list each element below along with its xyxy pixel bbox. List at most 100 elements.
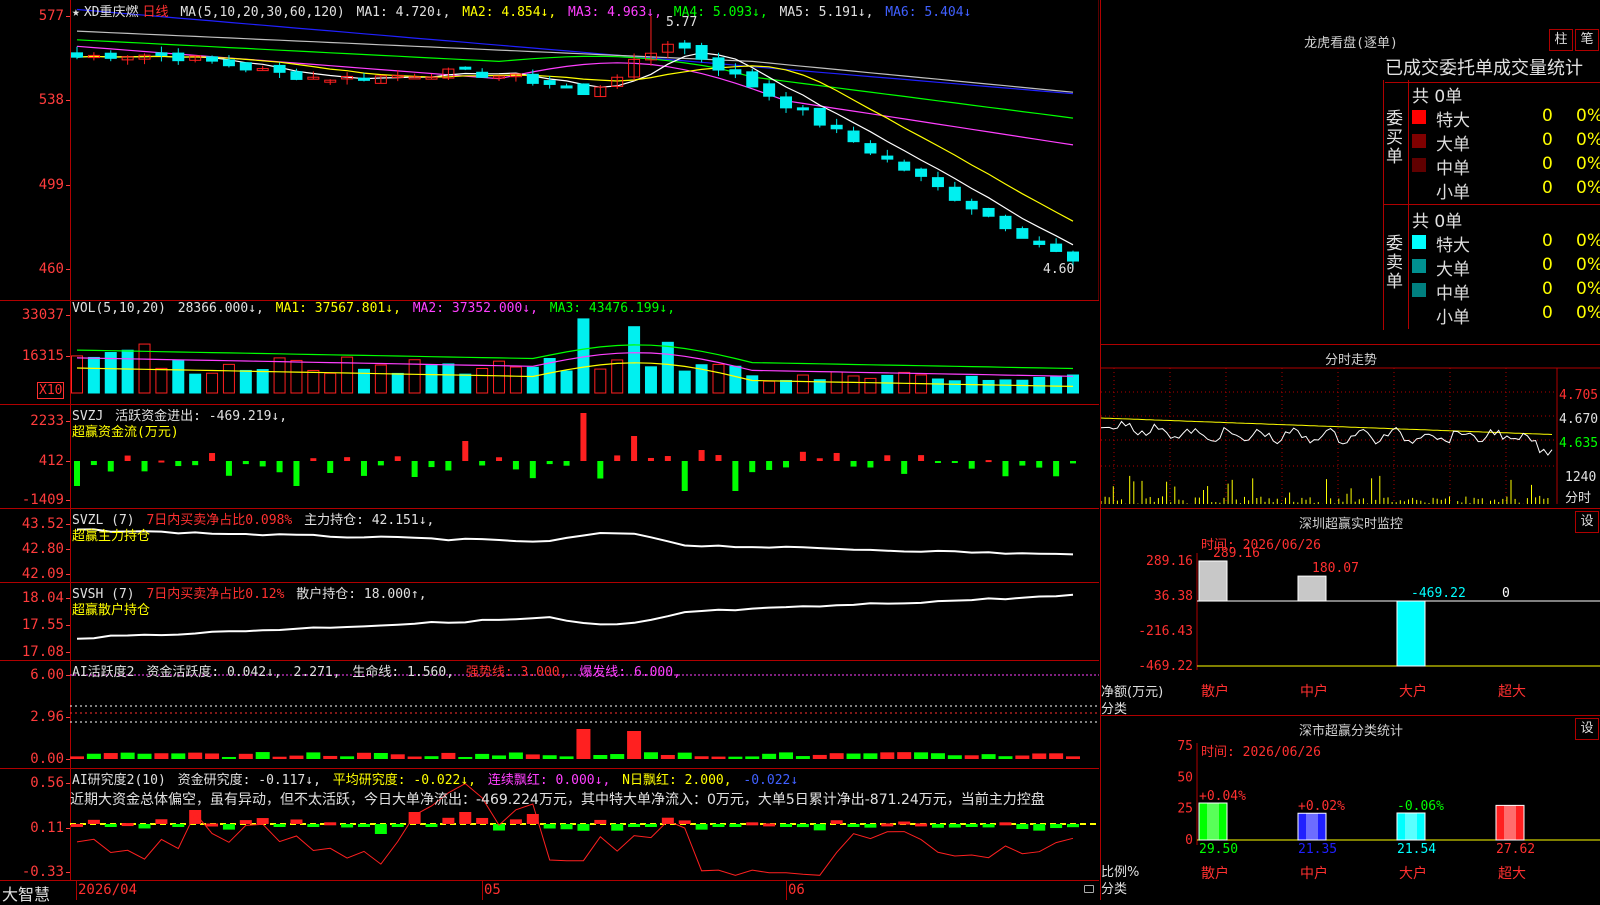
svzl-hold: 主力持仓: 42.151↓, (304, 513, 435, 528)
volume-panel[interactable]: 33037 16315 X10 VOL(5,10,20) 28366.000↓,… (0, 300, 1099, 405)
research-bar (746, 822, 759, 826)
volume-bar (999, 379, 1012, 394)
ma2-value: MA2: 4.854↓, (462, 5, 557, 20)
monitor-category: 超大 (1498, 684, 1526, 700)
candle-body (813, 107, 826, 126)
activity-bar (458, 756, 473, 759)
fund-flow-bar (614, 455, 621, 461)
research-bar (172, 824, 185, 827)
activity-bar (171, 753, 186, 759)
volume-bar (611, 359, 624, 394)
intraday-chart[interactable] (1101, 344, 1600, 508)
main-force-line (76, 528, 1074, 556)
fund-flow-bar (1070, 461, 1076, 464)
svzl-pct: 7日内买卖净占比0.098% (146, 513, 293, 528)
monitor-bar-value: 0 (1502, 586, 1510, 601)
activity-bar (829, 753, 844, 759)
fund-flow-bar (124, 455, 131, 461)
candlestick-chart[interactable] (0, 0, 1099, 300)
order-percent: 0% (1576, 178, 1600, 198)
volume-bar (881, 374, 894, 394)
price-panel[interactable]: 577 538 499 460 ★ XD重庆燃 日线 MA(5,10,20,30,6… (0, 0, 1099, 301)
intraday-panel[interactable]: 分时走势 4.705 4.670 4.635 1240 分时 (1100, 344, 1600, 509)
order-count: 0 (1542, 255, 1553, 275)
activity-bar (441, 752, 456, 759)
fund-flow-bar (512, 461, 519, 470)
favorite-star-icon[interactable]: ★ (72, 5, 80, 20)
monitor-bar-chart[interactable]: 289.16 36.38 -216.43 -469.22 289.16 散户 180.07 中… (1101, 508, 1600, 715)
research-bar (87, 819, 100, 824)
volume-bar (307, 369, 320, 394)
classify-bar-value: 21.54 (1397, 842, 1436, 857)
classify-bar-chart[interactable]: 75 50 25 0 +0.04% 29.50 散户 +0.02% 21.35 中户 -0.06% 2… (1101, 715, 1600, 900)
research-bar (71, 823, 83, 827)
classify-bar-highlight (1207, 803, 1219, 840)
ai2-n-red: N日飘红: 2.000, (622, 773, 732, 788)
classify-tick: 25 (1177, 802, 1193, 817)
svsh-pct: 7日内买卖净占比0.12% (146, 587, 285, 602)
order-count: 0 (1542, 154, 1553, 174)
activity-bar (542, 755, 557, 759)
fund-flow-bar (445, 461, 452, 471)
order-count: 0 (1542, 130, 1553, 150)
ai-research-panel[interactable]: 0.56 0.11 -0.33 AI研究度2(10) 资金研究度: -0.117… (0, 768, 1099, 881)
ai-activity-panel[interactable]: 6.00 2.96 0.00 AI活跃度2 资金活跃度: 0.042↓, 2.2… (0, 660, 1099, 769)
svzj-panel[interactable]: 2233 412 -1409 SVZJ 活跃资金进出: -469.219↓, 超… (0, 404, 1099, 509)
monitor-tick: -469.22 (1138, 659, 1193, 674)
fund-flow-bar (225, 461, 232, 476)
svsh-hold: 散户持仓: 18.000↑, (296, 587, 427, 602)
fund-flow-bar (985, 460, 992, 463)
fund-flow-bar (496, 457, 503, 461)
research-bar (915, 823, 928, 827)
side-divider (1408, 80, 1409, 204)
fund-flow-bar (664, 456, 671, 461)
volume-bar (560, 370, 573, 394)
activity-bar (154, 753, 169, 759)
ai1-life-line: 生命线: 1.560, (352, 665, 455, 680)
side-divider (1408, 205, 1409, 329)
activity-bar (221, 756, 236, 759)
activity-bar (525, 754, 540, 759)
monitor-category: 中户 (1300, 683, 1328, 700)
research-bar (695, 824, 708, 830)
activity-bar (812, 754, 827, 759)
activity-bar (424, 756, 439, 759)
research-bar (476, 817, 489, 824)
lock-icon[interactable] (1084, 885, 1094, 893)
research-bar (155, 819, 168, 824)
candle-body (273, 64, 286, 73)
research-bar (256, 818, 269, 824)
svzl-panel[interactable]: 43.52 42.80 42.09 SVZL (7) 7日内买卖净占比0.098… (0, 508, 1099, 583)
research-bar (881, 823, 894, 827)
vol-ma2: MA2: 37352.000↓, (412, 301, 538, 316)
activity-bar (728, 756, 743, 759)
candle-body (543, 80, 556, 85)
period-label[interactable]: 日线 (142, 5, 168, 20)
svsh-panel[interactable]: 18.04 17.55 17.08 SVSH (7) 7日内买卖净占比0.12%… (0, 582, 1099, 661)
research-bar (611, 824, 624, 831)
activity-bar (998, 756, 1013, 759)
classify-panel[interactable]: 深市超赢分类统计 设 时间: 2026/06/26 75 50 25 0 +0.04% 2… (1100, 715, 1600, 900)
candle-body (357, 77, 370, 81)
research-bar (931, 824, 944, 828)
dragon-subtitle: 已成交委托单成交量统计 (1385, 54, 1600, 83)
order-percent: 0% (1576, 231, 1600, 251)
classify-bar-value: 27.62 (1496, 842, 1535, 857)
ai2-name: AI研究度2(10) (72, 773, 166, 788)
activity-bar (947, 755, 962, 759)
vol-ma3: MA3: 43476.199↓, (549, 301, 676, 316)
candle-body (881, 155, 894, 160)
activity-bar (593, 755, 608, 759)
fund-flow-bar (833, 452, 840, 461)
research-bar (678, 820, 691, 824)
research-bar (391, 824, 404, 827)
monitor-tick: 289.16 (1146, 554, 1193, 569)
bar-mode-button[interactable]: 柱 (1549, 29, 1573, 51)
tick-mode-button[interactable]: 笔 (1575, 29, 1599, 51)
fund-flow-bar (850, 461, 857, 467)
activity-bar (137, 753, 152, 759)
research-bar (864, 824, 877, 828)
volume-bar (476, 367, 489, 394)
monitor-panel[interactable]: 深圳超赢实时监控 设 时间: 2026/06/26 289.16 36.38 -21… (1100, 508, 1600, 717)
research-bar (222, 824, 235, 830)
